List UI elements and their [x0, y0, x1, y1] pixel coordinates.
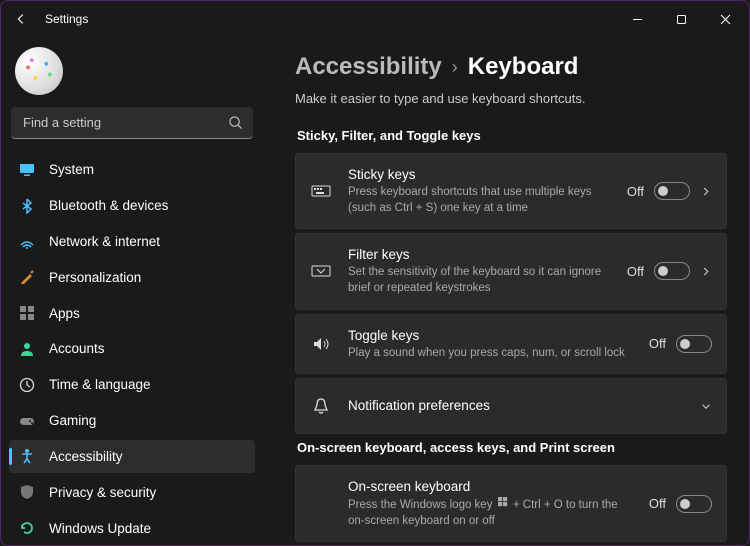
sidebar-item-label: Gaming	[49, 413, 96, 428]
system-icon	[19, 162, 35, 178]
sidebar-item-apps[interactable]: Apps	[9, 296, 255, 330]
toggle-state: Off	[649, 336, 666, 351]
card-title: Notification preferences	[348, 397, 684, 415]
breadcrumb: Accessibility › Keyboard	[295, 53, 727, 81]
sidebar-item-privacy[interactable]: Privacy & security	[9, 475, 255, 509]
toggle-keys-icon	[310, 334, 332, 354]
sidebar-item-accounts[interactable]: Accounts	[9, 332, 255, 366]
setting-card-toggle[interactable]: Toggle keysPlay a sound when you press c…	[295, 314, 727, 375]
maximize-button[interactable]	[659, 4, 703, 34]
sidebar-item-label: Time & language	[49, 377, 151, 392]
section-heading: On-screen keyboard, access keys, and Pri…	[297, 440, 727, 455]
card-title: Toggle keys	[348, 327, 633, 345]
accessibility-icon	[19, 448, 35, 464]
accounts-icon	[19, 341, 35, 357]
sidebar-item-label: Accessibility	[49, 449, 123, 464]
bell-icon	[310, 396, 332, 416]
nav: System Bluetooth & devices Network & inter…	[9, 153, 255, 545]
sidebar-item-label: Personalization	[49, 270, 141, 285]
sidebar-item-label: Apps	[49, 306, 80, 321]
privacy-icon	[19, 484, 35, 500]
sidebar-item-label: System	[49, 162, 94, 177]
breadcrumb-parent[interactable]: Accessibility	[295, 53, 442, 81]
filter-keys-icon	[310, 261, 332, 281]
toggle-state: Off	[627, 184, 644, 199]
search-container	[11, 107, 253, 139]
toggle-switch[interactable]	[676, 335, 712, 353]
toggle-state: Off	[627, 264, 644, 279]
section-heading: Sticky, Filter, and Toggle keys	[297, 128, 727, 143]
sidebar-item-label: Bluetooth & devices	[49, 198, 168, 213]
sidebar-item-label: Windows Update	[49, 521, 151, 536]
sidebar-item-time[interactable]: Time & language	[9, 368, 255, 402]
setting-card-notif[interactable]: Notification preferences	[295, 378, 727, 434]
window-title: Settings	[45, 12, 88, 26]
sidebar-item-label: Accounts	[49, 341, 105, 356]
sidebar-item-update[interactable]: Windows Update	[9, 511, 255, 545]
update-icon	[19, 520, 35, 536]
main-content: Accessibility › Keyboard Make it easier …	[263, 37, 749, 545]
avatar[interactable]	[15, 47, 63, 95]
card-title: On-screen keyboard	[348, 478, 633, 496]
network-icon	[19, 234, 35, 250]
chevron-right-icon	[700, 265, 712, 278]
chevron-right-icon: ›	[452, 57, 458, 78]
sidebar-item-label: Privacy & security	[49, 485, 156, 500]
minimize-button[interactable]	[615, 4, 659, 34]
card-desc: Play a sound when you press caps, num, o…	[348, 346, 633, 362]
setting-card-filter[interactable]: Filter keysSet the sensitivity of the ke…	[295, 233, 727, 309]
sidebar-item-label: Network & internet	[49, 234, 160, 249]
toggle-switch[interactable]	[654, 182, 690, 200]
page-subtitle: Make it easier to type and use keyboard …	[295, 91, 727, 106]
card-title: Filter keys	[348, 246, 611, 264]
sidebar-item-bluetooth[interactable]: Bluetooth & devices	[9, 189, 255, 223]
sidebar-item-gaming[interactable]: Gaming	[9, 404, 255, 438]
toggle-state: Off	[649, 496, 666, 511]
breadcrumb-current: Keyboard	[468, 53, 579, 81]
titlebar: Settings	[1, 1, 749, 37]
back-button[interactable]	[11, 9, 31, 29]
gaming-icon	[19, 413, 35, 429]
sidebar-item-network[interactable]: Network & internet	[9, 225, 255, 259]
sidebar-item-personalization[interactable]: Personalization	[9, 260, 255, 294]
close-button[interactable]	[703, 4, 747, 34]
chevron-down-icon	[700, 400, 712, 413]
setting-card-osk[interactable]: On-screen keyboardPress the Windows logo…	[295, 465, 727, 542]
time-icon	[19, 377, 35, 393]
sticky-keys-icon	[310, 181, 332, 201]
sidebar-item-system[interactable]: System	[9, 153, 255, 187]
search-input[interactable]	[11, 107, 253, 139]
card-desc: Press the Windows logo key + Ctrl + O to…	[348, 497, 633, 529]
apps-icon	[19, 305, 35, 321]
sidebar: System Bluetooth & devices Network & inter…	[1, 37, 263, 545]
sidebar-item-accessibility[interactable]: Accessibility	[9, 440, 255, 474]
bluetooth-icon	[19, 198, 35, 214]
card-title: Sticky keys	[348, 166, 611, 184]
toggle-switch[interactable]	[676, 495, 712, 513]
toggle-switch[interactable]	[654, 262, 690, 280]
windows-key-icon	[498, 497, 508, 513]
card-desc: Set the sensitivity of the keyboard so i…	[348, 265, 611, 296]
chevron-right-icon	[700, 185, 712, 198]
personalization-icon	[19, 269, 35, 285]
setting-card-sticky[interactable]: Sticky keysPress keyboard shortcuts that…	[295, 153, 727, 229]
card-desc: Press keyboard shortcuts that use multip…	[348, 185, 611, 216]
